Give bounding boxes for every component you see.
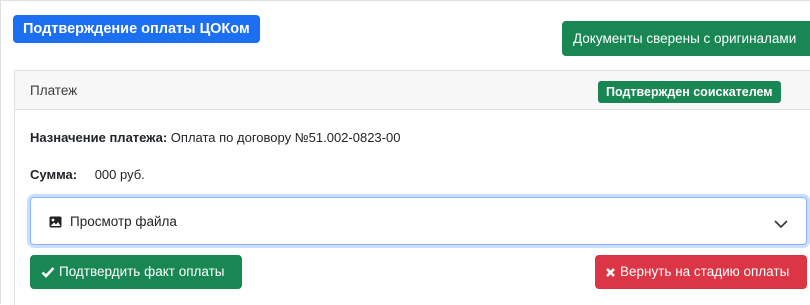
payment-card-header: Платеж Подтвержден соискателем [15,71,810,110]
image-icon [49,215,62,228]
payment-sum-label: Сумма: [30,167,78,182]
close-icon [605,267,616,278]
chevron-down-icon[interactable] [774,216,788,229]
status-badge: Подтвержден соискателем [598,81,781,103]
file-viewer-label: Просмотр файла [70,214,177,229]
confirm-payment-label: Подтвердить факт оплаты [59,264,225,279]
payment-sum-row: Сумма: 000 руб. [30,167,145,182]
payment-purpose-value: Оплата по договору №51.002-0823-00 [170,130,401,145]
payment-card: Платеж Подтвержден соискателем Назначени… [14,70,810,305]
confirm-payment-button[interactable]: Подтвердить факт оплаты [30,255,242,289]
payment-card-title: Платеж [30,83,78,98]
payment-purpose-row: Назначение платежа: Оплата по договору №… [30,130,400,145]
return-to-payment-button[interactable]: Вернуть на стадию оплаты [595,255,807,289]
return-to-payment-label: Вернуть на стадию оплаты [620,264,790,279]
file-viewer-toggle[interactable]: Просмотр файла [30,197,807,245]
page-title-badge: Подтверждение оплаты ЦОКом [13,15,260,43]
page-frame: Подтверждение оплаты ЦОКом Документы све… [0,0,810,305]
payment-purpose-label: Назначение платежа: [30,130,168,145]
documents-verified-button[interactable]: Документы сверены с оригиналами [562,21,810,56]
payment-sum-value: 000 руб. [94,167,145,182]
check-icon [41,266,55,279]
